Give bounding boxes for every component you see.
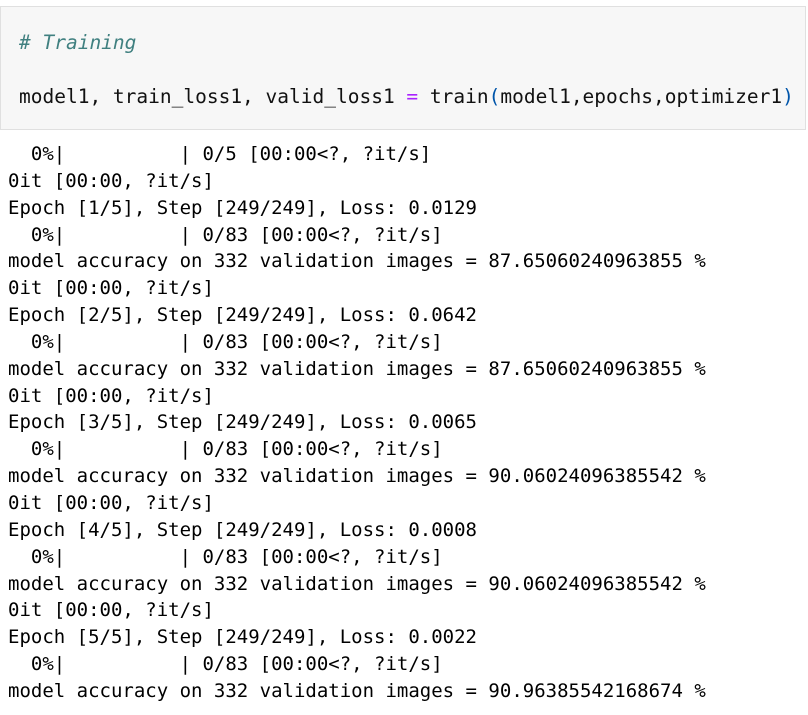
code-close-paren: )	[782, 85, 794, 108]
output-line: model accuracy on 332 validation images …	[8, 679, 706, 702]
output-line: Epoch [5/5], Step [249/249], Loss: 0.002…	[8, 626, 477, 649]
output-line: Epoch [4/5], Step [249/249], Loss: 0.000…	[8, 518, 477, 541]
output-line: 0%| | 0/83 [00:00<?, ?it/s]	[8, 653, 443, 676]
output-line: 0%| | 0/83 [00:00<?, ?it/s]	[8, 223, 443, 246]
output-line: 0it [00:00, ?it/s]	[8, 491, 214, 514]
code-open-paren: (	[488, 85, 501, 108]
code-input-cell[interactable]: # Training model1, train_loss1, valid_lo…	[0, 6, 806, 130]
output-line: 0it [00:00, ?it/s]	[8, 599, 214, 622]
output-line: 0%| | 0/83 [00:00<?, ?it/s]	[8, 438, 443, 461]
code-comment: # Training	[19, 31, 137, 54]
output-line: Epoch [1/5], Step [249/249], Loss: 0.012…	[8, 196, 477, 219]
output-line: 0it [00:00, ?it/s]	[8, 277, 214, 300]
output-line: Epoch [3/5], Step [249/249], Loss: 0.006…	[8, 411, 477, 434]
output-line: model accuracy on 332 validation images …	[8, 250, 706, 273]
code-function-name: train	[418, 85, 489, 108]
output-line: model accuracy on 332 validation images …	[8, 465, 706, 488]
output-line: model accuracy on 332 validation images …	[8, 572, 706, 595]
output-line: model accuracy on 332 validation images …	[8, 357, 706, 380]
output-line: 0%| | 0/83 [00:00<?, ?it/s]	[8, 330, 443, 353]
code-line: model1, train_loss1, valid_loss1 = train…	[19, 85, 794, 109]
code-lhs: model1, train_loss1, valid_loss1	[19, 85, 407, 108]
code-assign-operator: =	[406, 85, 419, 108]
output-line: 0%| | 0/83 [00:00<?, ?it/s]	[8, 545, 443, 568]
output-line: 0it [00:00, ?it/s]	[8, 384, 214, 407]
code-arguments: model1,epochs,optimizer1	[500, 85, 783, 108]
output-line: Epoch [2/5], Step [249/249], Loss: 0.064…	[8, 304, 477, 327]
output-area: 0%| | 0/5 [00:00<?, ?it/s] 0it [00:00, ?i…	[0, 141, 808, 705]
output-line: 0%| | 0/5 [00:00<?, ?it/s]	[8, 143, 432, 165]
output-line: 0it [00:00, ?it/s]	[8, 169, 214, 192]
